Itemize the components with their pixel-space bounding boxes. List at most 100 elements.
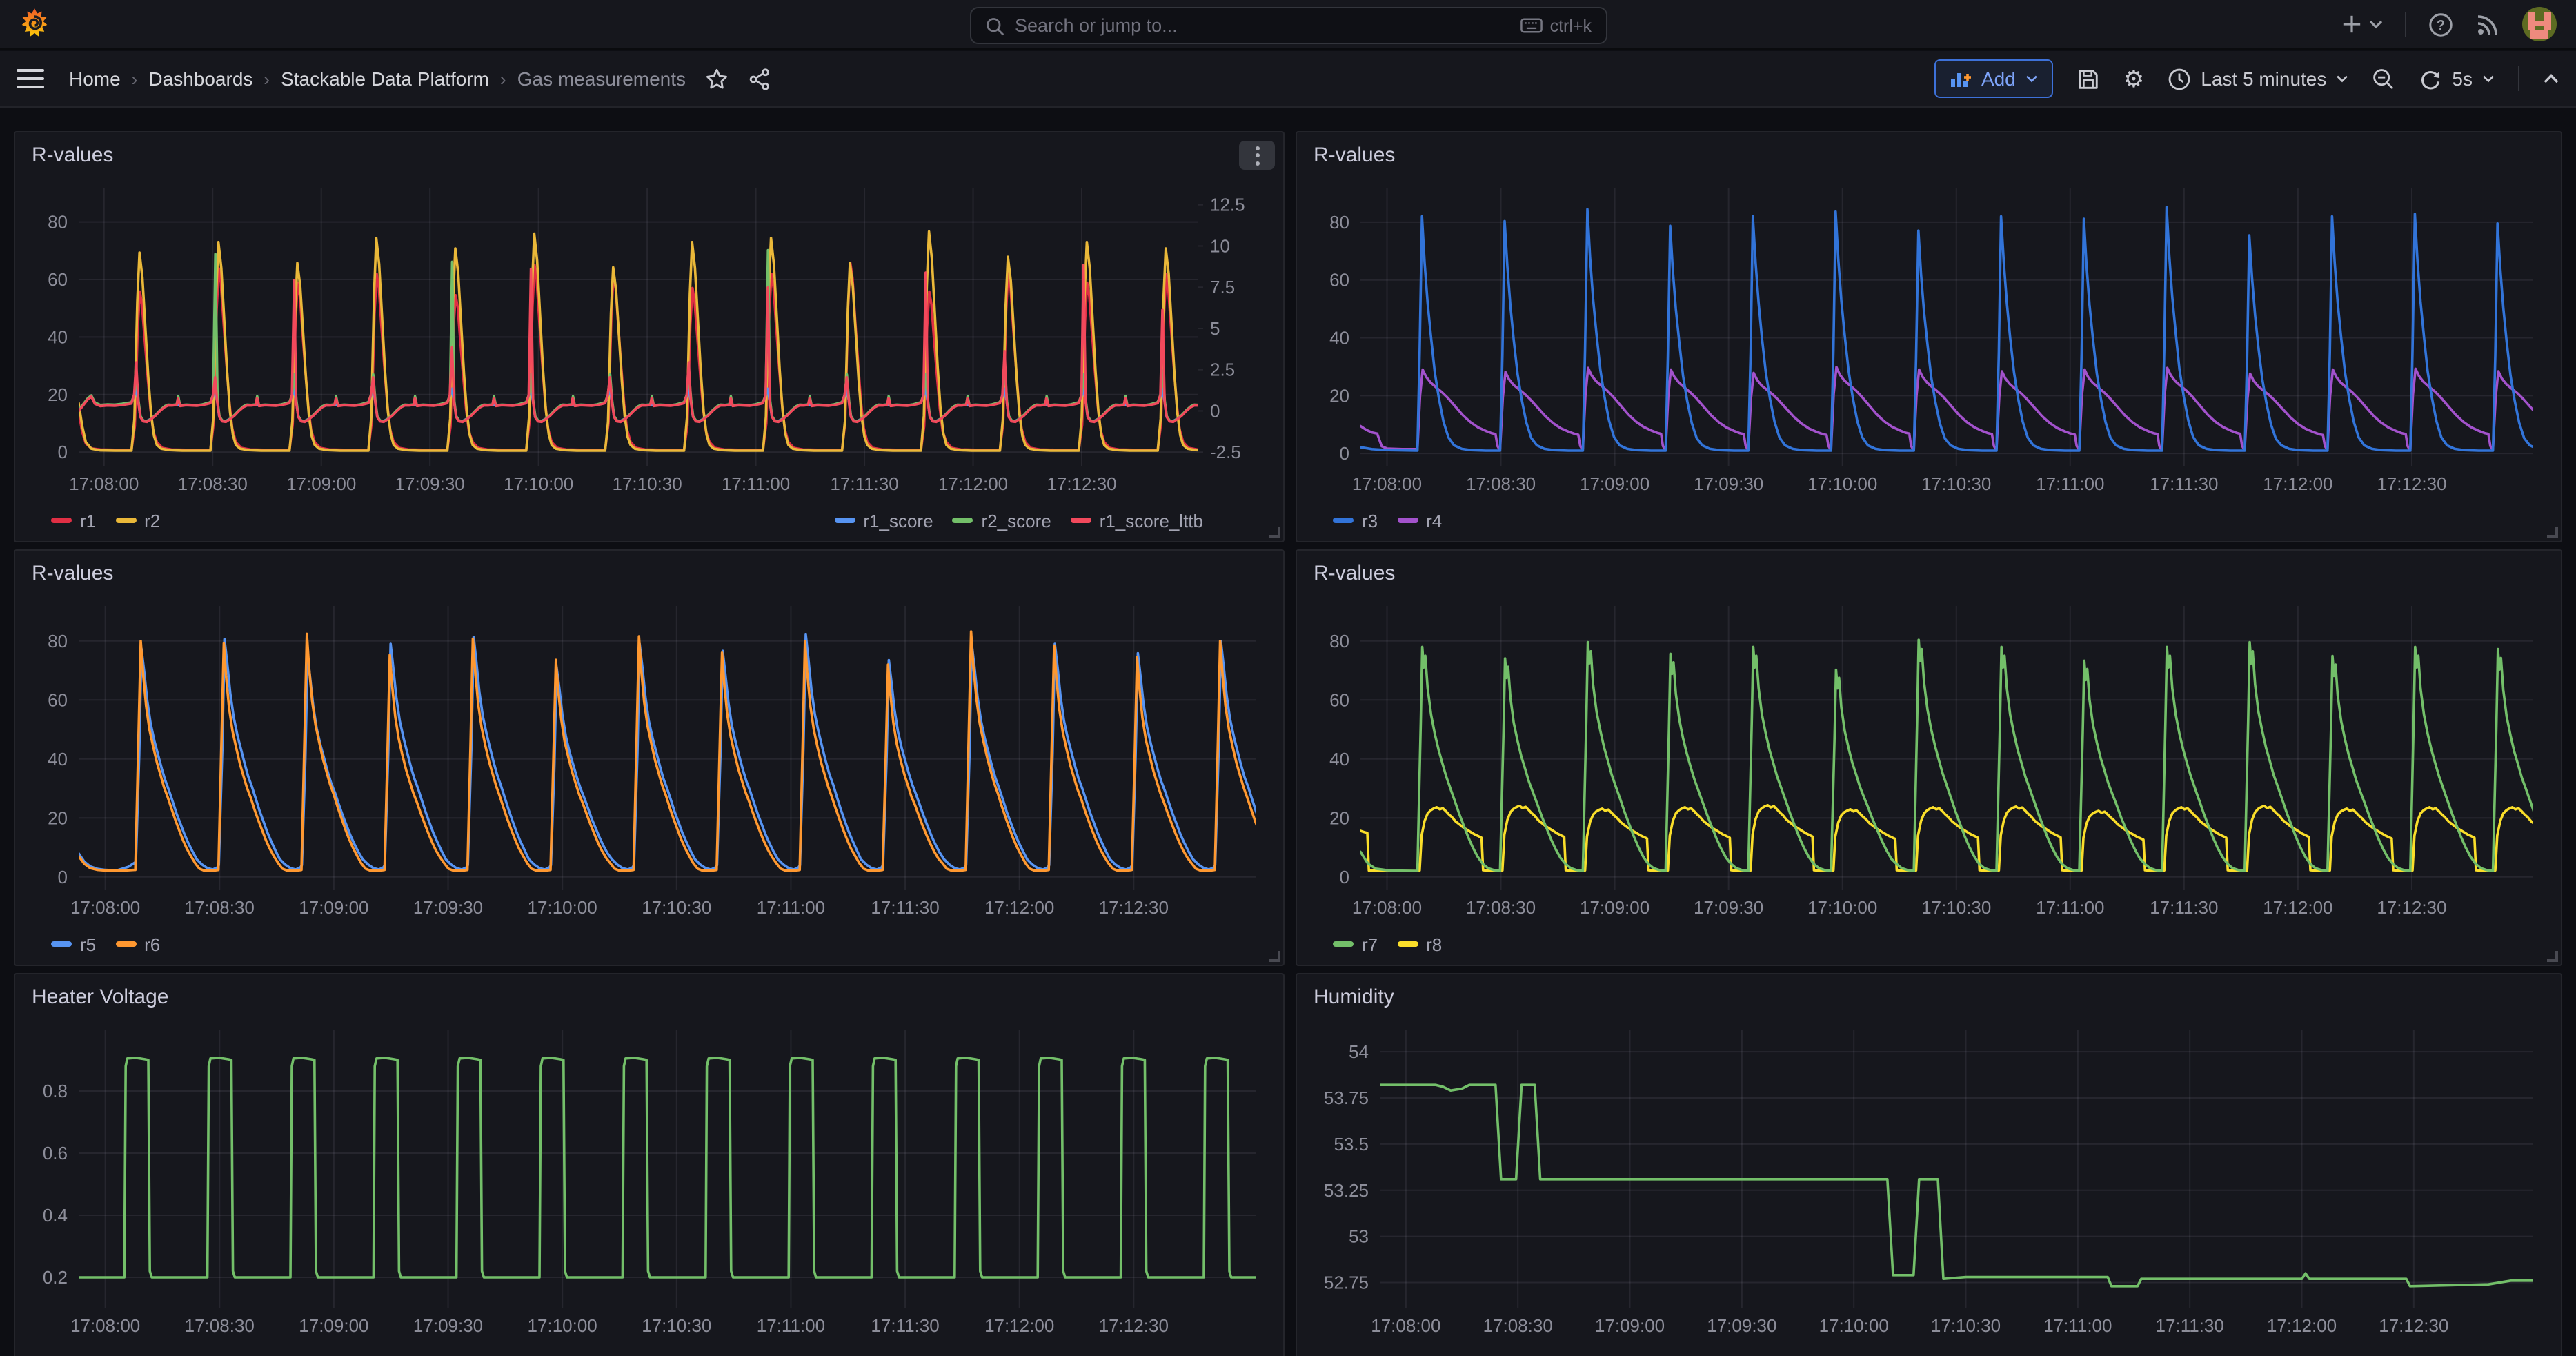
grafana-app: Search or jump to... ctrl+k <box>0 0 2576 1356</box>
legend-item[interactable]: r6 <box>115 934 160 954</box>
panel-resize-handle[interactable] <box>2547 527 2558 538</box>
panel-resize-handle[interactable] <box>2547 951 2558 962</box>
svg-text:5: 5 <box>1210 318 1220 339</box>
legend: r3 r4 <box>1333 504 2544 537</box>
legend-item[interactable]: r8 <box>1397 934 1442 954</box>
chevron-down-icon <box>2336 75 2348 83</box>
share-icon[interactable] <box>748 67 771 90</box>
legend-item[interactable]: r1 <box>51 510 96 531</box>
svg-text:-2.5: -2.5 <box>1210 442 1241 462</box>
svg-text:17:12:30: 17:12:30 <box>1047 473 1116 494</box>
svg-text:17:09:30: 17:09:30 <box>1694 473 1763 494</box>
svg-text:17:12:00: 17:12:00 <box>2263 897 2332 918</box>
svg-text:0.6: 0.6 <box>43 1143 68 1163</box>
svg-text:0.8: 0.8 <box>43 1081 68 1101</box>
chart-svg: 02040608017:08:0017:08:3017:09:0017:09:3… <box>1305 179 2553 500</box>
legend-label: humidity <box>1362 1352 1429 1356</box>
search-icon <box>984 16 1004 35</box>
svg-text:17:10:30: 17:10:30 <box>1931 1315 2001 1336</box>
add-button[interactable]: Add <box>1934 59 2053 98</box>
svg-text:20: 20 <box>48 384 68 405</box>
legend-label: r3 <box>1362 510 1378 531</box>
favorite-star-icon[interactable] <box>705 67 729 90</box>
legend-item[interactable]: r1_score <box>834 510 933 531</box>
menu-toggle-icon[interactable] <box>17 69 44 88</box>
panel-resize-handle[interactable] <box>1269 527 1280 538</box>
legend: humidity <box>1333 1346 2544 1356</box>
panel-title[interactable]: R-values <box>1314 562 1395 585</box>
breadcrumb-home[interactable]: Home <box>69 68 121 90</box>
panel-title[interactable]: Humidity <box>1314 985 1394 1009</box>
svg-text:17:09:30: 17:09:30 <box>1707 1315 1776 1336</box>
chevron-down-icon <box>2369 19 2383 29</box>
panel-r-values-3: R-values 02040608017:08:0017:08:3017:09:… <box>14 549 1285 966</box>
breadcrumb: Home › Dashboards › Stackable Data Platf… <box>69 68 686 90</box>
svg-text:17:12:30: 17:12:30 <box>2379 1315 2448 1336</box>
legend-item[interactable]: r4 <box>1397 510 1442 531</box>
legend: r5 r6 <box>51 927 1267 961</box>
svg-text:40: 40 <box>1329 749 1349 769</box>
svg-text:40: 40 <box>1329 328 1349 348</box>
legend-label: r1 <box>80 510 96 531</box>
search-input[interactable]: Search or jump to... ctrl+k <box>969 7 1607 44</box>
refresh-picker[interactable]: 5s <box>2419 67 2495 90</box>
svg-text:17:11:00: 17:11:00 <box>2043 1315 2112 1336</box>
svg-text:17:10:00: 17:10:00 <box>528 897 597 918</box>
legend: r1 r2 r1_score r2_score r1_score_lttb <box>51 504 1203 537</box>
user-avatar[interactable] <box>2522 7 2557 41</box>
dashboard-settings-button[interactable]: ⚙ <box>2123 67 2145 90</box>
legend-item[interactable]: r7 <box>1333 934 1378 954</box>
help-button[interactable]: ? <box>2428 12 2453 37</box>
panel-title[interactable]: R-values <box>32 562 113 585</box>
collapse-toolbar-button[interactable] <box>2543 73 2559 84</box>
legend-item[interactable]: r2 <box>115 510 160 531</box>
save-dashboard-button[interactable] <box>2077 67 2100 90</box>
svg-text:17:08:00: 17:08:00 <box>1352 897 1422 918</box>
panel-menu-button[interactable] <box>1239 141 1275 170</box>
svg-text:17:09:30: 17:09:30 <box>395 473 465 494</box>
svg-text:17:09:30: 17:09:30 <box>413 897 483 918</box>
toolbar-divider <box>2518 66 2519 91</box>
news-button[interactable] <box>2475 12 2500 37</box>
new-button[interactable] <box>2341 14 2383 35</box>
svg-text:0.4: 0.4 <box>43 1205 68 1226</box>
svg-text:17:11:30: 17:11:30 <box>830 473 898 494</box>
breadcrumb-folder[interactable]: Stackable Data Platform <box>281 68 489 90</box>
svg-text:17:11:00: 17:11:00 <box>2036 473 2104 494</box>
zoom-out-button[interactable] <box>2372 67 2395 90</box>
legend-item[interactable]: r2_score <box>953 510 1051 531</box>
grafana-logo-icon[interactable] <box>19 8 50 41</box>
legend-item[interactable]: humidity <box>1333 1352 1429 1356</box>
legend-item[interactable]: heatervoltage <box>51 1352 189 1356</box>
svg-text:80: 80 <box>48 631 68 651</box>
breadcrumb-dashboards[interactable]: Dashboards <box>148 68 252 90</box>
chart-svg: 02040608017:08:0017:08:3017:09:0017:09:3… <box>23 179 1275 500</box>
chart: 52.755353.2553.553.755417:08:0017:08:301… <box>1305 1021 2553 1342</box>
panel-title[interactable]: R-values <box>1314 144 1395 167</box>
chart: 02040608017:08:0017:08:3017:09:0017:09:3… <box>23 598 1275 923</box>
breadcrumb-current: Gas measurements <box>517 68 686 90</box>
svg-text:40: 40 <box>48 326 68 347</box>
svg-text:60: 60 <box>1329 270 1349 291</box>
svg-text:7.5: 7.5 <box>1210 277 1235 297</box>
legend-item[interactable]: r1_score_lttb <box>1071 510 1203 531</box>
svg-text:17:10:30: 17:10:30 <box>1921 473 1991 494</box>
breadcrumb-separator: › <box>132 68 138 89</box>
svg-text:17:11:30: 17:11:30 <box>2150 473 2218 494</box>
help-icon: ? <box>2428 12 2453 37</box>
chart-svg: 02040608017:08:0017:08:3017:09:0017:09:3… <box>1305 598 2553 923</box>
panel-title[interactable]: R-values <box>32 144 113 167</box>
legend-item[interactable]: r5 <box>51 934 96 954</box>
panel-title[interactable]: Heater Voltage <box>32 985 169 1009</box>
legend-item[interactable]: r3 <box>1333 510 1378 531</box>
series-r2_score <box>79 250 1236 422</box>
chart-svg: 02040608017:08:0017:08:3017:09:0017:09:3… <box>23 598 1275 923</box>
svg-text:17:11:00: 17:11:00 <box>2036 897 2104 918</box>
plus-icon <box>2341 14 2362 35</box>
svg-text:17:12:00: 17:12:00 <box>2267 1315 2337 1336</box>
svg-text:53.25: 53.25 <box>1324 1180 1369 1201</box>
time-range-picker[interactable]: Last 5 minutes <box>2168 67 2348 90</box>
svg-text:17:12:30: 17:12:30 <box>2377 473 2446 494</box>
legend-swatch <box>51 518 72 524</box>
panel-resize-handle[interactable] <box>1269 951 1280 962</box>
